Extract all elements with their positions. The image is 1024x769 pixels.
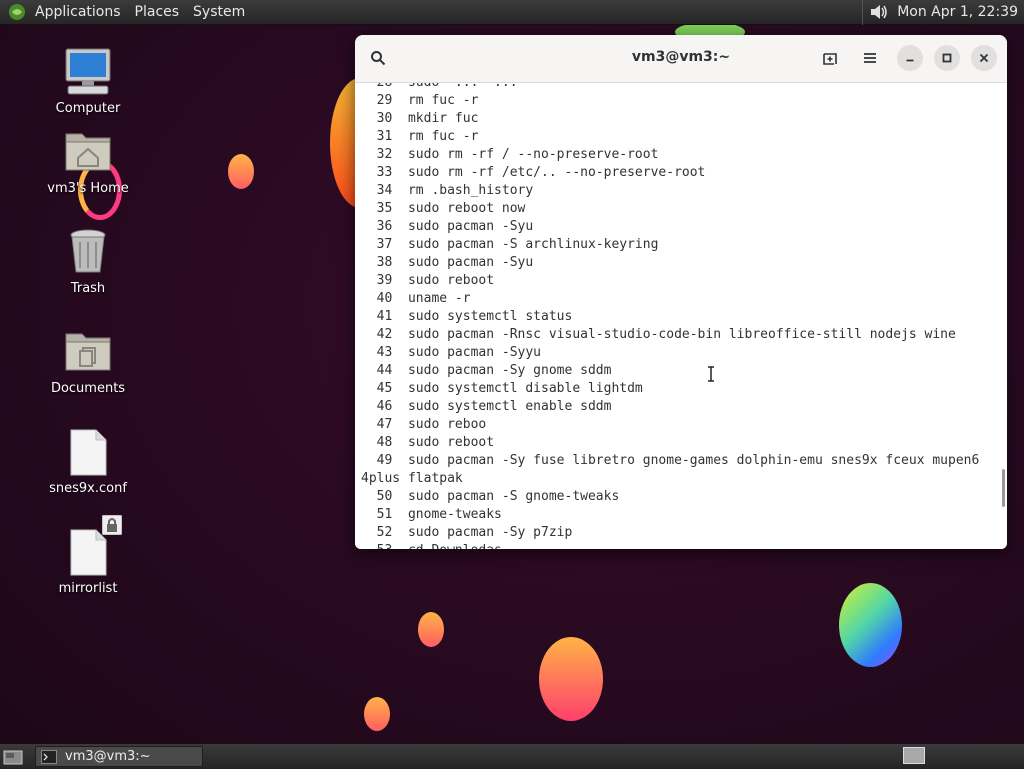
menu-places[interactable]: Places xyxy=(128,0,187,25)
terminal-lines: 28 sudo ... ... 29 rm fuc -r 30 mkdir fu… xyxy=(361,83,997,549)
lock-emblem-icon xyxy=(102,515,122,535)
new-tab-icon xyxy=(823,53,837,65)
terminal-line: 36 sudo pacman -Syu xyxy=(361,219,534,234)
decor-bubble-small xyxy=(228,154,254,189)
close-button[interactable] xyxy=(971,45,997,71)
terminal-scrollbar[interactable] xyxy=(1002,469,1005,507)
terminal-line: 43 sudo pacman -Syyu xyxy=(361,345,542,360)
menu-button[interactable] xyxy=(857,45,883,71)
documents-folder-icon xyxy=(65,333,111,371)
terminal-line: 45 sudo systemctl disable lightdm xyxy=(361,381,643,396)
desktop-icon-mirrorlist[interactable]: mirrorlist xyxy=(33,515,143,596)
desktop-icon-label: Computer xyxy=(55,101,121,116)
terminal-line: 29 rm fuc -r xyxy=(361,93,479,108)
taskbar-item-terminal[interactable]: vm3@vm3:~ xyxy=(35,746,203,767)
desktop-icon-label: Documents xyxy=(50,381,126,396)
terminal-line: 41 sudo systemctl status xyxy=(361,309,573,324)
terminal-line: 48 sudo reboot xyxy=(361,435,495,450)
desktop-icon-computer[interactable]: Computer xyxy=(33,46,143,116)
menu-applications[interactable]: Applications xyxy=(28,0,128,25)
locked-file-icon xyxy=(70,529,107,576)
decor-bubble-orange-1 xyxy=(418,612,444,647)
desktop-icon-label: snes9x.conf xyxy=(49,481,127,496)
trash-icon xyxy=(70,229,106,273)
text-cursor-icon xyxy=(708,366,714,382)
desktop-icon-label: vm3's Home xyxy=(47,181,129,196)
hamburger-menu-icon xyxy=(864,53,876,63)
terminal-line: 51 gnome-tweaks xyxy=(361,507,502,522)
terminal-line: 38 sudo pacman -Syu xyxy=(361,255,534,270)
minimize-button[interactable] xyxy=(897,45,923,71)
search-icon xyxy=(371,51,386,66)
terminal-line: 37 sudo pacman -S archlinux-keyring xyxy=(361,237,659,252)
terminal-line: 49 sudo pacman -Sy fuse libretro gnome-g… xyxy=(361,453,980,468)
terminal-line: 34 rm .bash_history xyxy=(361,183,534,198)
terminal-line: 35 sudo reboot now xyxy=(361,201,526,216)
desktop-icon-home[interactable]: vm3's Home xyxy=(33,128,143,196)
top-panel: Applications Places System Mon Apr 1, 22… xyxy=(0,0,1024,25)
desktop-icon-label: mirrorlist xyxy=(58,581,118,596)
maximize-icon xyxy=(942,53,952,63)
terminal-line: 50 sudo pacman -S gnome-tweaks xyxy=(361,489,620,504)
show-desktop-icon[interactable] xyxy=(3,749,23,765)
volume-icon[interactable] xyxy=(869,3,889,21)
decor-bubble-orange-3 xyxy=(364,697,390,731)
close-icon xyxy=(979,53,989,63)
terminal-line: 4plus flatpak xyxy=(361,471,463,486)
desktop-icon-snes9x-conf[interactable]: snes9x.conf xyxy=(33,428,143,496)
clock[interactable]: Mon Apr 1, 22:39 xyxy=(897,4,1018,20)
terminal-line: 53 cd Downlodas xyxy=(361,542,997,549)
home-folder-icon xyxy=(65,133,111,171)
terminal-line: 31 rm fuc -r xyxy=(361,129,479,144)
terminal-line: 28 sudo ... ... xyxy=(361,83,997,92)
terminal-output[interactable]: 28 sudo ... ... 29 rm fuc -r 30 mkdir fu… xyxy=(355,83,1007,549)
top-panel-tray: Mon Apr 1, 22:39 xyxy=(856,0,1024,25)
text-file-icon xyxy=(70,429,107,476)
terminal-line: 33 sudo rm -rf /etc/.. --no-preserve-roo… xyxy=(361,165,706,180)
terminal-line: 46 sudo systemctl enable sddm xyxy=(361,399,612,414)
terminal-header-bar[interactable]: vm3@vm3:~ xyxy=(355,35,1007,83)
menu-system[interactable]: System xyxy=(186,0,252,25)
decor-bubble-rainbow xyxy=(839,583,902,667)
terminal-line: 52 sudo pacman -Sy p7zip xyxy=(361,525,573,540)
maximize-button[interactable] xyxy=(934,45,960,71)
taskbar-item-label: vm3@vm3:~ xyxy=(65,749,151,764)
bottom-panel: vm3@vm3:~ xyxy=(0,743,1024,769)
terminal-line: 47 sudo reboo xyxy=(361,417,487,432)
desktop-icon-label: Trash xyxy=(70,281,106,296)
search-button[interactable] xyxy=(365,45,391,71)
new-tab-button[interactable] xyxy=(817,45,843,71)
desktop-icon-trash[interactable]: Trash xyxy=(33,226,143,296)
terminal-line: 39 sudo reboot xyxy=(361,273,495,288)
terminal-line: 40 uname -r xyxy=(361,291,471,306)
top-menu: Applications Places System xyxy=(0,0,252,24)
terminal-line: 44 sudo pacman -Sy gnome sddm xyxy=(361,363,612,378)
computer-icon xyxy=(65,48,111,95)
mate-logo-icon[interactable] xyxy=(8,3,26,21)
terminal-window[interactable]: vm3@vm3:~ 29 rm fuc -r 30 mkdir fuc 31 r… xyxy=(355,35,1007,549)
workspace-switcher-icon[interactable] xyxy=(903,747,925,764)
desktop-icon-documents[interactable]: Documents xyxy=(33,328,143,396)
terminal-line: 30 mkdir fuc xyxy=(361,111,479,126)
terminal-line: 42 sudo pacman -Rnsc visual-studio-code-… xyxy=(361,327,956,342)
terminal-icon xyxy=(41,749,57,764)
decor-bubble-orange-2 xyxy=(539,637,603,721)
terminal-line: 32 sudo rm -rf / --no-preserve-root xyxy=(361,147,659,162)
panel-separator xyxy=(862,0,864,25)
minimize-icon xyxy=(906,59,914,62)
